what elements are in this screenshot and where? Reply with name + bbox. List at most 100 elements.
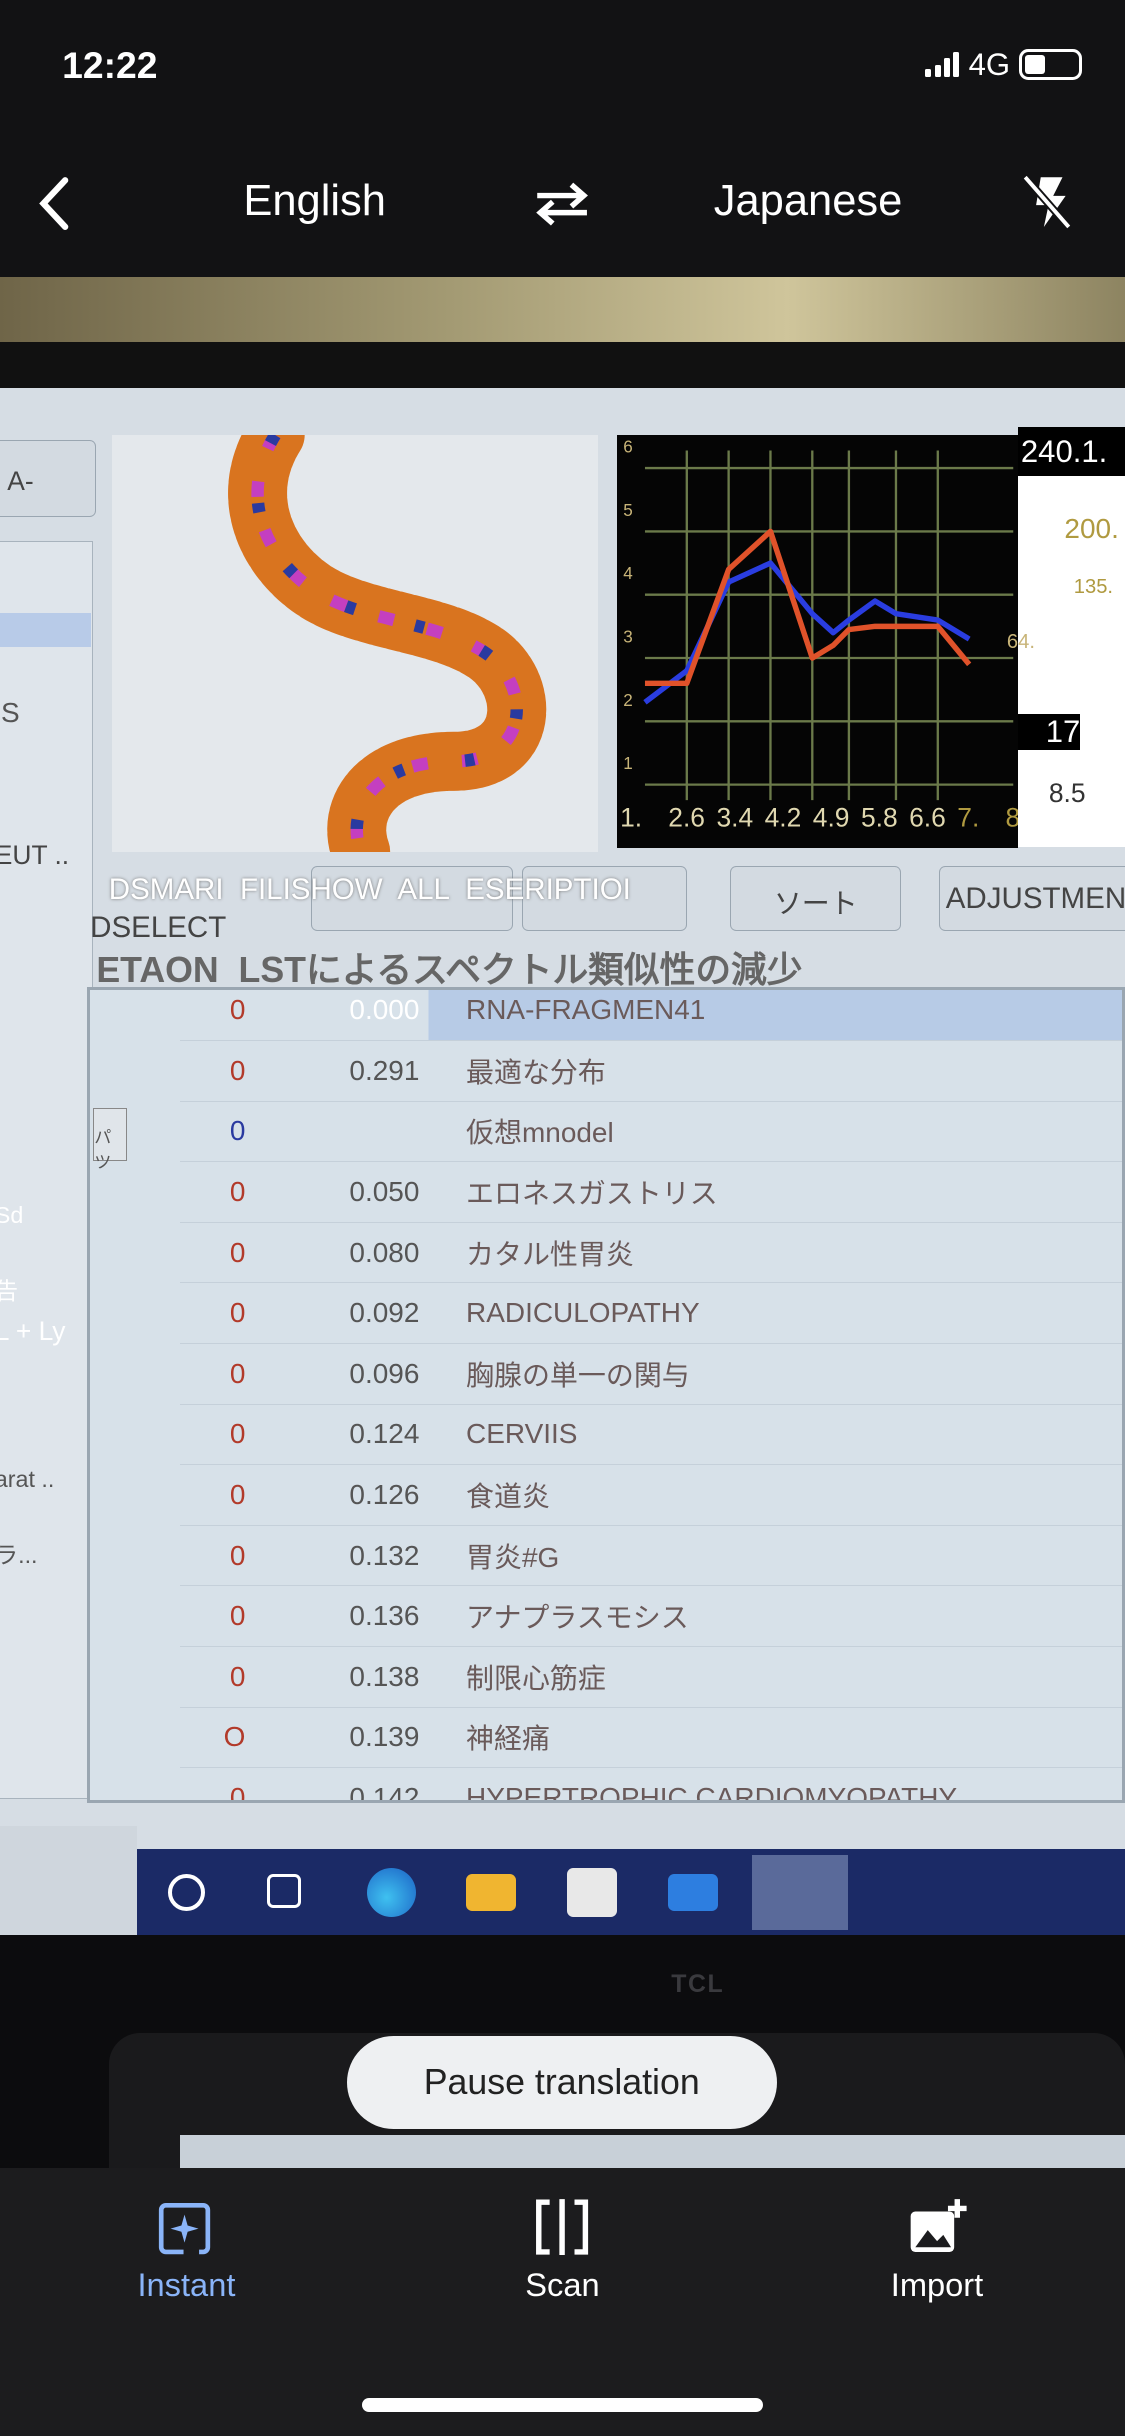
side-label: 200. xyxy=(1064,513,1119,544)
table-row[interactable]: 0 0.092 RADICULOPATHY xyxy=(180,1283,1123,1344)
row-name: CERVIIS xyxy=(466,1418,578,1450)
row-flag: 0 xyxy=(229,1418,246,1450)
side-label: 8.5 xyxy=(1048,778,1086,809)
table-row[interactable]: 0 0.096 胸腺の単一の関与 xyxy=(180,1344,1123,1405)
series-line xyxy=(643,560,971,705)
y-tick-label: 4 xyxy=(623,564,633,583)
mail-icon xyxy=(668,1873,718,1912)
source-language-button[interactable]: English xyxy=(186,177,442,226)
x-tick-label: 5.8 xyxy=(861,803,898,833)
row-name: 胸腺の単一の関与 xyxy=(466,1359,690,1391)
x-tick-label: 8. xyxy=(1005,803,1017,833)
table-row[interactable]: 0 0.080 カタル性胃炎 xyxy=(180,1223,1123,1284)
scan-label: Scan xyxy=(525,2265,600,2303)
desktop-area xyxy=(0,1825,137,1935)
row-flag: 0 xyxy=(229,1479,246,1510)
second-monitor-screen xyxy=(180,2135,1125,2168)
a-minus-button: A- xyxy=(0,439,97,518)
spectrum-chart: 1 2 3 4 5 6 1. 2.6 3.4 4.2 4.9 5.8 6.6 7. 8. xyxy=(616,435,1027,849)
results-table: 0 0.000 RNA-FRAGMEN41 0 0.291 最適な分布 0 仮想mnodel 0… xyxy=(87,986,1125,1803)
row-score: 0.142 xyxy=(349,1782,420,1803)
row-score: 0.132 xyxy=(349,1539,420,1571)
deselect-label[interactable]: DSELECT xyxy=(90,911,226,945)
row-name: 制限心筋症 xyxy=(466,1662,606,1694)
table-row[interactable]: 0 仮想mnodel xyxy=(180,1102,1123,1163)
translate-camera-screen: 12:22 4G English Japanese A- S EUT .. d … xyxy=(0,0,1125,2436)
table-row[interactable]: 0 0.132 胃炎#G xyxy=(180,1526,1123,1587)
back-chevron-icon xyxy=(39,177,69,230)
camera-view: A- S EUT .. Sd 告 L + Ly arat .. ラ... 1 2 3… xyxy=(0,276,1125,2168)
scan-tab[interactable]: Scan xyxy=(469,2196,655,2304)
status-time: 12:22 xyxy=(62,43,158,86)
x-tick-label: 4.2 xyxy=(765,803,802,833)
side-label: 240.1. xyxy=(1017,427,1125,476)
import-image-icon xyxy=(910,2198,967,2252)
scan-icon xyxy=(536,2198,589,2255)
left-item: EUT .. xyxy=(0,840,70,871)
row-name: 仮想mnodel xyxy=(466,1117,614,1149)
y-tick-label: 3 xyxy=(623,628,633,647)
edge-icon xyxy=(366,1867,417,1918)
row-score: 0.000 xyxy=(349,994,420,1026)
pause-translation-button[interactable]: Pause translation xyxy=(346,2035,777,2129)
sort-button[interactable]: ソート xyxy=(730,865,902,931)
table-row[interactable]: 0 0.000 RNA-FRAGMEN41 xyxy=(180,989,1123,1041)
battery-icon xyxy=(1019,49,1082,81)
windows-taskbar xyxy=(136,1849,1125,1935)
y-tick-label: 1 xyxy=(623,754,633,773)
side-tab: パツ xyxy=(93,1107,128,1172)
table-row[interactable]: 0 0.138 制限心筋症 xyxy=(180,1647,1123,1708)
table-row[interactable]: 0 0.124 CERVIIS xyxy=(180,1405,1123,1466)
import-tab[interactable]: Import xyxy=(844,2196,1030,2304)
row-name: 食道炎 xyxy=(466,1481,550,1512)
row-flag: 0 xyxy=(229,994,246,1026)
home-indicator[interactable] xyxy=(362,2397,763,2412)
task-view-icon xyxy=(267,1873,302,1909)
side-label: 64. xyxy=(1006,630,1035,653)
row-score: 0.050 xyxy=(349,1175,420,1207)
row-flag: 0 xyxy=(229,1782,246,1803)
table-row[interactable]: 0 0.136 アナプラスモシス xyxy=(180,1586,1123,1647)
molecule-image xyxy=(111,405,599,882)
language-bar: English Japanese xyxy=(0,131,1125,277)
y-tick-label: 2 xyxy=(623,691,633,710)
table-row[interactable]: 0 0.291 最適な分布 xyxy=(180,1041,1123,1102)
table-row[interactable]: O 0.139 神経痛 xyxy=(180,1708,1123,1769)
table-row[interactable]: 0 0.050 エロネスガストリス xyxy=(180,1162,1123,1223)
row-name: エロネスガストリス xyxy=(466,1177,718,1209)
table-row[interactable]: 0 0.142 HYPERTROPHIC CARDIOMYOPATHY xyxy=(180,1768,1122,1803)
adjustment-button[interactable]: ADJUSTMENI xyxy=(938,865,1125,931)
y-tick-label: 5 xyxy=(623,501,633,520)
row-score: 0.096 xyxy=(349,1357,420,1389)
x-tick-label: 6.6 xyxy=(909,803,946,833)
row-flag: 0 xyxy=(229,1357,246,1389)
row-name: RADICULOPATHY xyxy=(466,1297,700,1329)
swap-languages-button[interactable] xyxy=(531,180,593,238)
table-row[interactable]: 0 0.126 食道炎 xyxy=(180,1465,1123,1526)
x-tick-label: 3.4 xyxy=(716,803,753,833)
row-score: 0.136 xyxy=(349,1600,420,1632)
dna-strand-icon xyxy=(227,405,546,882)
row-flag: 0 xyxy=(229,1236,246,1268)
flash-toggle[interactable] xyxy=(1019,171,1075,244)
x-tick-label: 7. xyxy=(957,803,979,833)
row-name: 最適な分布 xyxy=(466,1056,606,1088)
row-flag: 0 xyxy=(229,1660,246,1692)
row-name: アナプラスモシス xyxy=(466,1602,689,1634)
import-label: Import xyxy=(890,2265,984,2303)
left-item: L + Ly xyxy=(0,1315,66,1346)
back-button[interactable] xyxy=(31,174,78,233)
side-label: 17. xyxy=(1017,714,1089,751)
instant-tab[interactable]: Instant xyxy=(93,2196,279,2304)
row-flag: 0 xyxy=(229,1054,246,1086)
row-score: 0.080 xyxy=(349,1236,420,1268)
row-name: HYPERTROPHIC CARDIOMYOPATHY xyxy=(466,1782,958,1803)
left-item: S xyxy=(1,697,20,729)
row-flag: 0 xyxy=(229,1600,246,1632)
left-item: 告 xyxy=(0,1272,18,1306)
target-language-button[interactable]: Japanese xyxy=(668,177,948,226)
x-tick-label: 1. xyxy=(620,803,642,833)
bottom-mode-bar: Instant Scan Import xyxy=(0,2167,1125,2436)
row-score: 0.124 xyxy=(349,1418,420,1450)
row-flag: 0 xyxy=(229,1175,246,1207)
